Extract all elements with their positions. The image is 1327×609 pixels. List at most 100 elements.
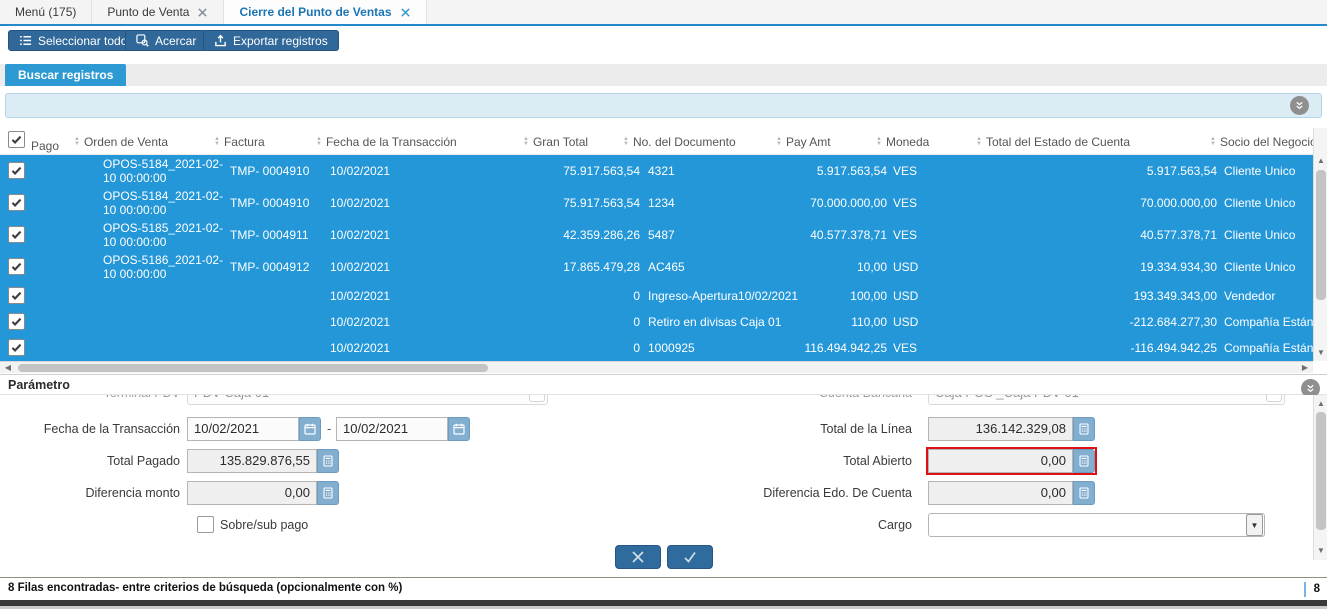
check-icon xyxy=(11,166,22,176)
cargo-dropdown-button[interactable]: ▼ xyxy=(1246,514,1263,536)
search-filter-input[interactable] xyxy=(5,93,1322,118)
cell-fecha: 10/02/2021 xyxy=(330,228,391,242)
cell-orden: OPOS-5184_2021-02-10 00:00:00 xyxy=(103,157,224,185)
status-bar: 8 Filas encontradas- entre criterios de … xyxy=(0,577,1327,600)
cancel-button[interactable] xyxy=(615,545,661,569)
sort-arrows-icon[interactable]: ▲ ▼ xyxy=(876,136,882,147)
sobre-sub-pago-checkbox[interactable] xyxy=(197,516,214,533)
scroll-up-arrow-icon[interactable]: ▲ xyxy=(1314,155,1327,167)
sort-arrows-icon[interactable]: ▲ ▼ xyxy=(776,136,782,147)
calculator-icon xyxy=(1079,455,1089,467)
column-header[interactable]: ▲ ▼ Moneda xyxy=(876,128,929,154)
cell-fecha: 10/02/2021 xyxy=(330,315,391,329)
check-icon xyxy=(11,262,22,272)
column-header[interactable]: ▲ ▼ Socio del Negocio xyxy=(1210,128,1313,154)
total-linea-input[interactable]: 136.142.329,08 xyxy=(928,417,1073,441)
calculator-button[interactable] xyxy=(1073,481,1095,505)
sort-arrows-icon[interactable]: ▲ ▼ xyxy=(1210,136,1216,147)
table-row[interactable]: 10/02/2021 0 Retiro en divisas Caja 01 110,… xyxy=(0,309,1313,335)
tab-close-icon[interactable] xyxy=(400,7,411,18)
fecha-desde-input[interactable]: 10/02/2021 xyxy=(187,417,299,441)
table-row[interactable]: 10/02/2021 0 1000925 116.494.942,25 VES -116.… xyxy=(0,335,1313,361)
field-label-terminal: Terminal PDV xyxy=(0,395,180,405)
field-label-cuenta-bancaria: Cuenta Bancaria xyxy=(660,395,912,405)
terminal-pdv-field[interactable]: PDV Caja 01 xyxy=(187,395,548,405)
table-row[interactable]: 10/02/2021 0 Ingreso-Apertura10/02/2021 100… xyxy=(0,283,1313,309)
scroll-up-arrow-icon[interactable]: ▲ xyxy=(1314,398,1327,410)
export-icon xyxy=(215,34,226,47)
diferencia-monto-input[interactable]: 0,00 xyxy=(187,481,317,505)
param-vscroll-thumb[interactable] xyxy=(1316,412,1326,530)
row-checkbox[interactable] xyxy=(8,287,25,304)
calendar-icon xyxy=(304,423,316,435)
scroll-right-arrow-icon[interactable]: ▶ xyxy=(1298,362,1312,374)
select-all-list-icon xyxy=(20,36,32,45)
confirm-button[interactable] xyxy=(667,545,713,569)
scroll-down-arrow-icon[interactable]: ▼ xyxy=(1314,347,1327,359)
cell-moneda: VES xyxy=(893,341,918,355)
calendar-from-button[interactable] xyxy=(299,417,321,441)
table-row[interactable]: OPOS-5185_2021-02-10 00:00:00 TMP- 000491… xyxy=(0,219,1313,251)
select-all-checkbox[interactable] xyxy=(8,131,25,148)
calendar-to-button[interactable] xyxy=(448,417,470,441)
cell-moneda: USD xyxy=(893,289,919,303)
export-records-button[interactable]: Exportar registros xyxy=(203,30,339,51)
cell-pay_amt: 40.577.378,71 xyxy=(810,228,887,242)
cuenta-bancaria-field[interactable]: Caja POS _Caja PDV 01 xyxy=(928,395,1285,405)
zoom-button[interactable]: Acercar xyxy=(125,30,208,51)
cell-gran_total: 75.917.563,54 xyxy=(563,164,640,178)
check-icon xyxy=(11,135,22,145)
column-header[interactable]: ▲ ▼ Total del Estado de Cuenta xyxy=(976,128,1130,154)
sort-arrows-icon[interactable]: ▲ ▼ xyxy=(74,136,80,147)
column-header[interactable]: ▲ ▼ Pay Amt xyxy=(776,128,831,154)
column-header[interactable]: ▲ ▼ No. del Documento xyxy=(623,128,736,154)
cell-socio: Cliente Unico xyxy=(1224,228,1296,242)
cuenta-picker-button[interactable] xyxy=(1266,395,1282,402)
row-checkbox[interactable] xyxy=(8,226,25,243)
cargo-select[interactable] xyxy=(928,513,1265,537)
tab-buscar-registros[interactable]: Buscar registros xyxy=(5,64,127,86)
sort-arrows-icon[interactable]: ▲ ▼ xyxy=(523,136,529,147)
column-header-label: Factura xyxy=(223,134,265,149)
row-checkbox[interactable] xyxy=(8,162,25,179)
sort-arrows-icon[interactable]: ▲ ▼ xyxy=(976,136,982,147)
window-tab-2[interactable]: Cierre del Punto de Ventas xyxy=(224,0,427,24)
grid-vscroll-thumb[interactable] xyxy=(1316,170,1326,300)
search-collapse-button[interactable] xyxy=(1290,96,1309,115)
terminal-picker-button[interactable] xyxy=(529,395,545,402)
tab-close-icon[interactable] xyxy=(197,7,208,18)
row-checkbox[interactable] xyxy=(8,194,25,211)
table-row[interactable]: OPOS-5184_2021-02-10 00:00:00 TMP- 000491… xyxy=(0,155,1313,187)
total-pagado-input[interactable]: 135.829.876,55 xyxy=(187,449,317,473)
column-header[interactable]: ▲ ▼ Orden de Venta xyxy=(74,128,168,154)
sort-arrows-icon[interactable]: ▲ ▼ xyxy=(316,136,322,147)
cell-gran_total: 75.917.563,54 xyxy=(563,196,640,210)
table-row[interactable]: OPOS-5184_2021-02-10 00:00:00 TMP- 000491… xyxy=(0,187,1313,219)
fecha-hasta-input[interactable]: 10/02/2021 xyxy=(336,417,448,441)
column-header[interactable]: ▲ ▼ Gran Total xyxy=(523,128,588,154)
sort-arrows-icon[interactable]: ▲ ▼ xyxy=(623,136,629,147)
window-tab-0[interactable]: Menú (175) xyxy=(0,0,93,24)
total-abierto-input[interactable]: 0,00 xyxy=(928,449,1073,473)
calculator-button[interactable] xyxy=(317,449,339,473)
sort-arrows-icon[interactable]: ▲ ▼ xyxy=(214,136,220,147)
table-row[interactable]: OPOS-5186_2021-02-10 00:00:00 TMP- 000491… xyxy=(0,251,1313,283)
check-icon xyxy=(11,230,22,240)
scroll-left-arrow-icon[interactable]: ◀ xyxy=(1,362,15,374)
row-checkbox[interactable] xyxy=(8,339,25,356)
scroll-down-arrow-icon[interactable]: ▼ xyxy=(1314,545,1327,557)
column-header-pago[interactable]: Pago xyxy=(31,139,59,153)
select-all-button[interactable]: Seleccionar todo xyxy=(8,30,139,51)
row-checkbox[interactable] xyxy=(8,258,25,275)
calculator-button[interactable] xyxy=(1073,449,1095,473)
calculator-button[interactable] xyxy=(1073,417,1095,441)
parameter-form: Terminal PDV PDV Caja 01 Cuenta Bancaria… xyxy=(0,395,1313,560)
row-checkbox[interactable] xyxy=(8,313,25,330)
column-header[interactable]: ▲ ▼ Fecha de la Transacción xyxy=(316,128,457,154)
window-tab-1[interactable]: Punto de Venta xyxy=(92,0,225,24)
grid-hscroll-thumb[interactable] xyxy=(18,364,488,372)
column-header[interactable]: ▲ ▼ Factura xyxy=(214,128,265,154)
grid-vertical-scrollbar: ▲ ▼ xyxy=(1313,128,1327,361)
calculator-button[interactable] xyxy=(317,481,339,505)
diferencia-edo-input[interactable]: 0,00 xyxy=(928,481,1073,505)
